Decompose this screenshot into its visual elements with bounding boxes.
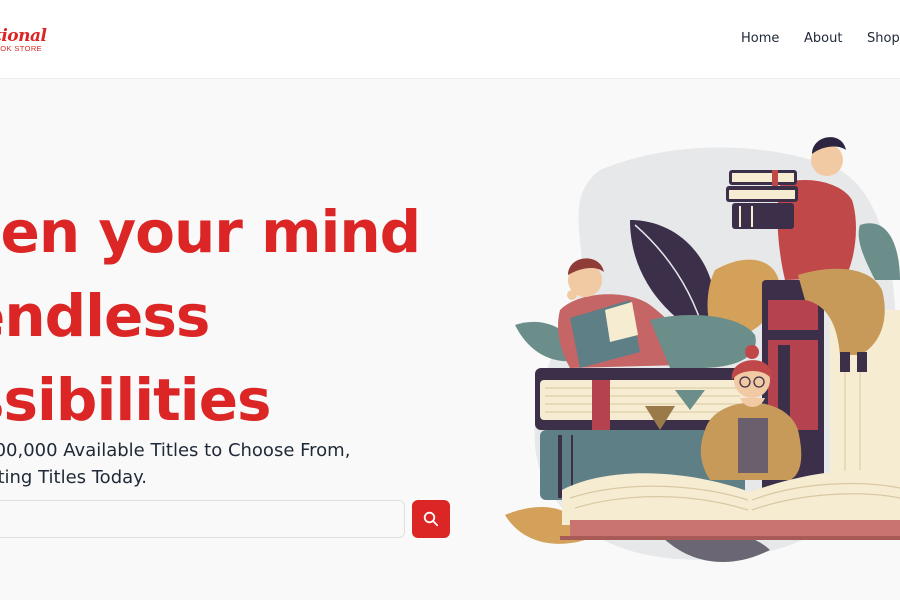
- reading-people-illustration: [505, 137, 900, 562]
- logo[interactable]: tional OOK STORE: [0, 26, 54, 54]
- hero-title: pen your mind endless ssibilities: [0, 190, 421, 442]
- site-header: tional OOK STORE Home About Shop: [0, 0, 900, 79]
- nav-shop[interactable]: Shop: [867, 31, 900, 46]
- hero-subtitle-line-1: r 100,000 Available Titles to Choose Fro…: [0, 440, 351, 461]
- logo-subtitle: OOK STORE: [0, 44, 43, 53]
- hero-title-line-3: ssibilities: [0, 366, 272, 434]
- nav-home[interactable]: Home: [741, 31, 779, 46]
- nav-about[interactable]: About: [804, 31, 842, 46]
- search-input[interactable]: [0, 500, 405, 538]
- hero-subtitle-line-2: resting Titles Today.: [0, 467, 147, 488]
- hero-title-line-2: endless: [0, 282, 210, 350]
- search-button[interactable]: [412, 500, 450, 538]
- search-icon: [423, 511, 439, 527]
- logo-script-text: tional: [0, 26, 47, 46]
- hero-subtitle: r 100,000 Available Titles to Choose Fro…: [0, 437, 350, 491]
- hero-title-line-1: pen your mind: [0, 198, 421, 266]
